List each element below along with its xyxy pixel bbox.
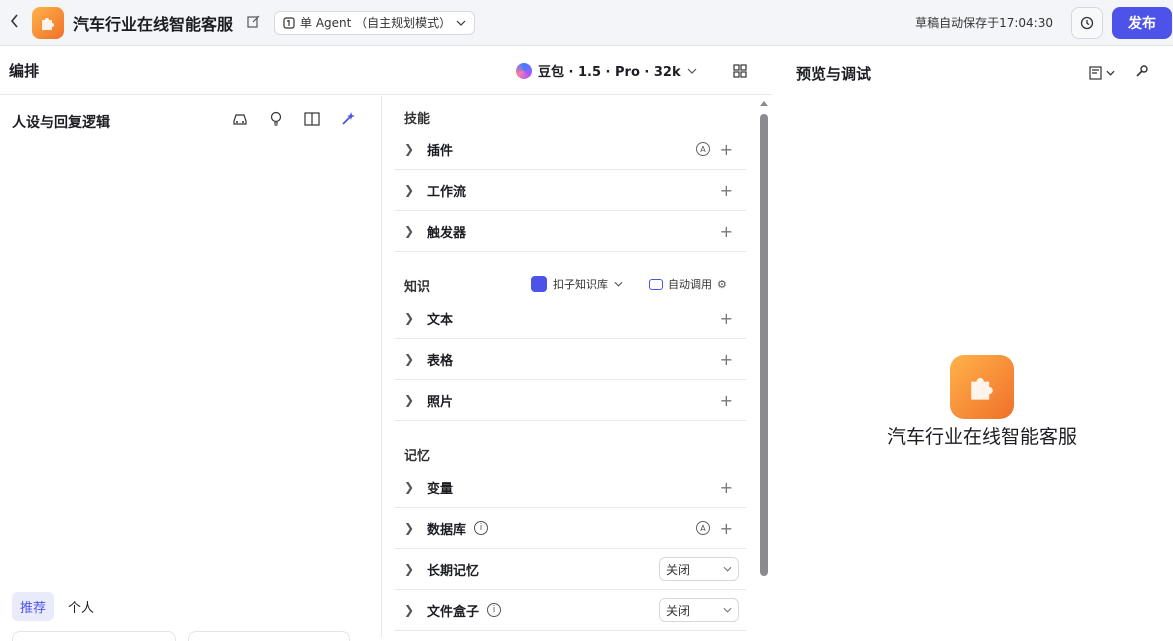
toggle-icon xyxy=(649,278,663,290)
plus-icon[interactable]: + xyxy=(720,140,733,159)
app-icon xyxy=(32,6,64,39)
edit-panel-title: 编排 xyxy=(9,62,40,80)
auto-call-label: 自动调用 xyxy=(668,278,712,291)
row-label: 数据库 xyxy=(427,522,467,538)
app-title: 汽车行业在线智能客服 xyxy=(73,14,234,34)
knowledge-row-photo[interactable]: ❯ 照片 + xyxy=(395,380,746,421)
knowledge-source-selector[interactable]: 扣子知识库 xyxy=(531,276,623,292)
plus-icon[interactable]: + xyxy=(720,350,733,369)
bot-avatar-icon xyxy=(950,355,1014,419)
plus-icon[interactable]: + xyxy=(720,519,733,538)
layout-grid-icon[interactable] xyxy=(733,63,747,82)
chevron-down-icon xyxy=(723,566,732,572)
row-label: 表格 xyxy=(427,353,454,369)
chevron-right-icon: ❯ xyxy=(404,521,415,535)
row-label: 变量 xyxy=(427,481,454,497)
lightbulb-icon[interactable] xyxy=(268,111,284,127)
preview-panel: 预览与调试 汽车行业在线智能客服 xyxy=(773,47,1173,637)
plus-icon[interactable]: + xyxy=(720,478,733,497)
plus-icon[interactable]: + xyxy=(720,391,733,410)
row-label: 插件 xyxy=(427,143,454,159)
knowledge-title: 知识 xyxy=(404,280,431,295)
info-icon[interactable]: i xyxy=(487,603,502,617)
chevron-right-icon: ❯ xyxy=(404,480,415,494)
bot-name: 汽车行业在线智能客服 xyxy=(886,426,1077,448)
chevron-down-icon xyxy=(456,20,466,26)
skill-row-plugins[interactable]: ❯ 插件 A + xyxy=(395,129,746,170)
wrench-icon[interactable] xyxy=(1135,63,1149,82)
model-selector[interactable]: 豆包 · 1.5 · Pro · 32k xyxy=(516,61,697,80)
scrollbar[interactable] xyxy=(760,114,768,576)
template-card[interactable] xyxy=(188,631,350,641)
row-label: 照片 xyxy=(427,394,454,410)
plus-icon[interactable]: + xyxy=(720,181,733,200)
plus-icon[interactable]: + xyxy=(720,222,733,241)
persona-panel: 人设与回复逻辑 推荐 个人 xyxy=(0,96,382,641)
history-button[interactable] xyxy=(1071,6,1103,39)
chevron-right-icon: ❯ xyxy=(404,224,415,238)
chevron-right-icon: ❯ xyxy=(404,352,415,366)
long-term-memory-select[interactable]: 关闭 xyxy=(659,557,739,581)
plus-icon[interactable]: + xyxy=(720,309,733,328)
save-status: 草稿自动保存于17:04:30 xyxy=(915,16,1053,30)
row-label: 文件盒子 xyxy=(427,604,480,620)
top-bar: 汽车行业在线智能客服 单 Agent （自主规划模式） 草稿自动保存于17:04… xyxy=(0,0,1173,46)
chevron-right-icon: ❯ xyxy=(404,562,415,576)
chevron-left-icon[interactable] xyxy=(10,13,22,32)
doubao-logo-icon xyxy=(516,62,532,79)
skill-row-workflow[interactable]: ❯ 工作流 + xyxy=(395,170,746,211)
auto-a-icon[interactable]: A xyxy=(696,142,710,156)
file-box-select[interactable]: 关闭 xyxy=(659,598,739,622)
chevron-down-icon xyxy=(723,607,732,613)
knowledge-source-label: 扣子知识库 xyxy=(553,278,608,291)
auto-call-setting[interactable]: 自动调用 ⚙ xyxy=(649,276,727,292)
tab-personal[interactable]: 个人 xyxy=(60,592,102,621)
agent-mode-icon xyxy=(283,16,295,29)
persona-title: 人设与回复逻辑 xyxy=(12,115,110,131)
model-label: 豆包 · 1.5 · Pro · 32k xyxy=(538,65,681,80)
kouzi-logo-icon xyxy=(531,276,547,292)
history-icon xyxy=(1080,16,1094,29)
template-card[interactable] xyxy=(12,631,176,641)
chevron-right-icon: ❯ xyxy=(404,183,415,197)
skills-title: 技能 xyxy=(404,112,431,127)
select-value: 关闭 xyxy=(666,603,691,618)
gear-icon[interactable]: ⚙ xyxy=(717,278,727,291)
row-label: 工作流 xyxy=(427,184,467,200)
chevron-down-icon xyxy=(614,281,623,287)
memory-title: 记忆 xyxy=(404,449,431,464)
chevron-down-icon xyxy=(687,68,697,74)
chevron-right-icon: ❯ xyxy=(404,603,415,617)
chevron-right-icon: ❯ xyxy=(404,311,415,325)
row-label: 文本 xyxy=(427,312,454,328)
ai-sparkle-icon[interactable] xyxy=(340,111,356,127)
publish-button[interactable]: 发布 xyxy=(1112,6,1172,39)
edit-header: 编排 豆包 · 1.5 · Pro · 32k xyxy=(0,47,772,95)
skill-row-trigger[interactable]: ❯ 触发器 + xyxy=(395,211,746,252)
config-panel: 技能 ❯ 插件 A + ❯ 工作流 + ❯ 触发器 + 知识 扣子知识库 自动调… xyxy=(383,96,772,637)
split-view-icon[interactable] xyxy=(304,111,320,127)
chevron-right-icon: ❯ xyxy=(404,142,415,156)
knowledge-row-table[interactable]: ❯ 表格 + xyxy=(395,339,746,380)
preview-title: 预览与调试 xyxy=(796,65,872,83)
memory-row-variables[interactable]: ❯ 变量 + xyxy=(395,467,746,508)
agent-mode-selector[interactable]: 单 Agent （自主规划模式） xyxy=(274,10,476,35)
memory-row-long-term[interactable]: ❯ 长期记忆 关闭 xyxy=(395,549,746,590)
row-label: 触发器 xyxy=(427,225,467,241)
tab-recommended[interactable]: 推荐 xyxy=(12,592,55,621)
chevron-right-icon: ❯ xyxy=(404,393,415,407)
edit-icon[interactable] xyxy=(247,15,260,31)
memory-row-file-box[interactable]: ❯ 文件盒子 i 关闭 xyxy=(395,590,746,631)
agent-mode-label: 单 Agent （自主规划模式） xyxy=(300,16,452,30)
car-icon[interactable] xyxy=(232,111,248,127)
info-icon[interactable]: i xyxy=(474,521,489,535)
knowledge-row-text[interactable]: ❯ 文本 + xyxy=(395,298,746,339)
scroll-up-arrow[interactable] xyxy=(760,101,768,106)
row-label: 长期记忆 xyxy=(427,563,480,579)
debug-settings-icon[interactable] xyxy=(1089,65,1115,80)
auto-a-icon[interactable]: A xyxy=(696,521,710,535)
select-value: 关闭 xyxy=(666,562,691,577)
memory-row-database[interactable]: ❯ 数据库 i A + xyxy=(395,508,746,549)
